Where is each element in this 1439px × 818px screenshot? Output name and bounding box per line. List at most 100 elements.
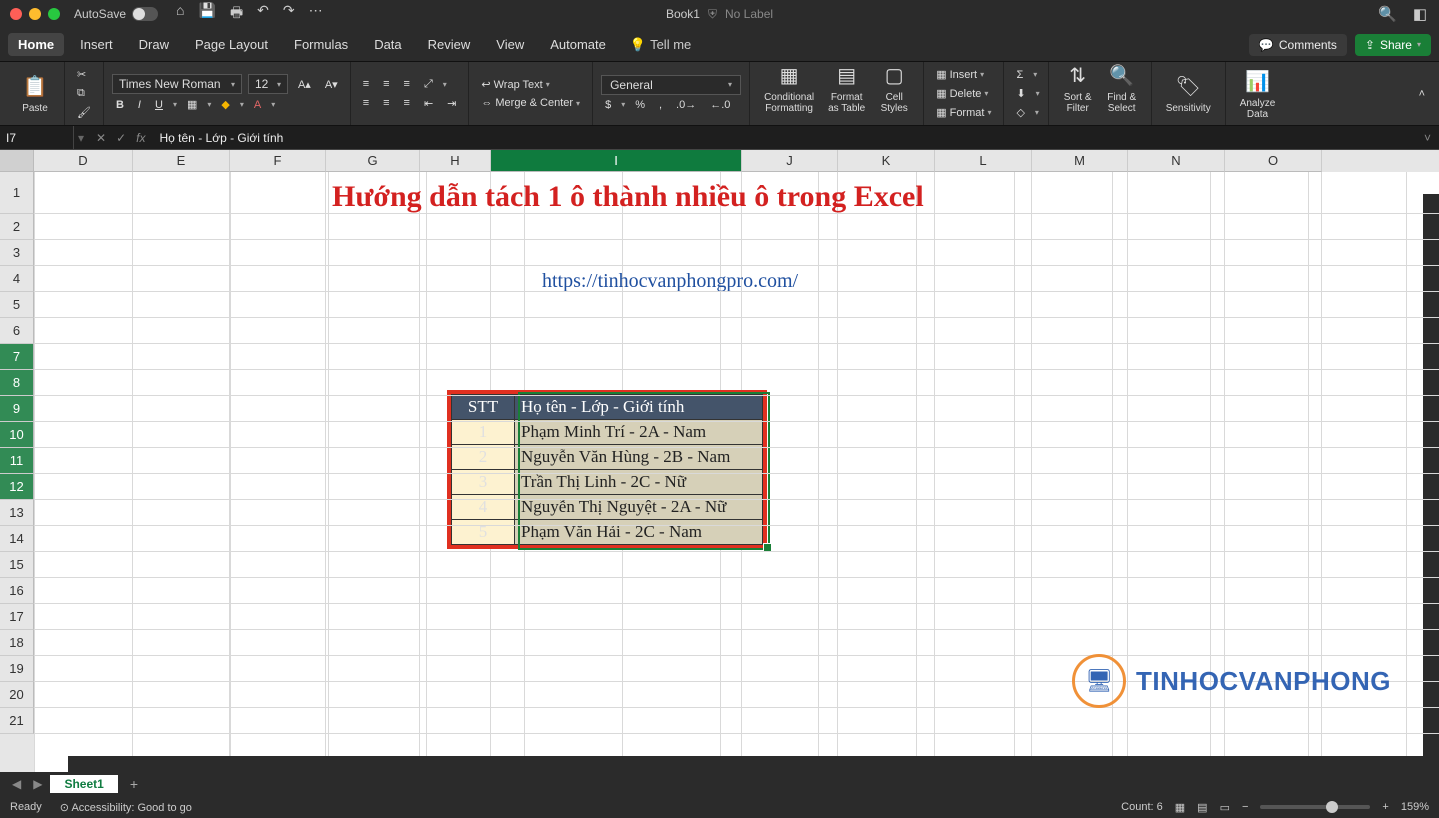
- autosum-icon[interactable]: Σ: [1012, 67, 1027, 83]
- number-format-select[interactable]: General▾: [601, 75, 741, 95]
- row-header-8[interactable]: 8: [0, 370, 34, 396]
- row-header-19[interactable]: 19: [0, 656, 34, 682]
- sheet-tab-active[interactable]: Sheet1: [50, 775, 117, 793]
- home-icon[interactable]: ⌂: [176, 2, 184, 26]
- italic-button[interactable]: I: [134, 97, 145, 113]
- font-color-icon[interactable]: A: [250, 97, 265, 113]
- col-header-D[interactable]: D: [34, 150, 133, 172]
- font-size-select[interactable]: 12▾: [248, 74, 288, 94]
- indent-decrease-icon[interactable]: ⇤: [420, 95, 437, 112]
- row-header-3[interactable]: 3: [0, 240, 34, 266]
- decrease-font-icon[interactable]: A▾: [321, 76, 342, 93]
- search-icon[interactable]: 🔍: [1378, 5, 1397, 23]
- cell-data[interactable]: Phạm Văn Hải - 2C - Nam: [515, 520, 763, 545]
- merge-center-button[interactable]: ⇔ Merge & Center▾: [477, 95, 584, 111]
- zoom-level[interactable]: 159%: [1401, 801, 1429, 813]
- row-header-14[interactable]: 14: [0, 526, 34, 552]
- comments-button[interactable]: 💬 Comments: [1249, 34, 1347, 56]
- redo-icon[interactable]: ↷: [283, 2, 295, 26]
- indent-increase-icon[interactable]: ⇥: [443, 95, 460, 112]
- print-icon[interactable]: 🖶: [230, 2, 243, 26]
- row-header-20[interactable]: 20: [0, 682, 34, 708]
- wrap-text-button[interactable]: ↩ Wrap Text▾: [477, 76, 584, 93]
- cancel-formula-icon[interactable]: ✕: [96, 131, 106, 145]
- orientation-icon[interactable]: ⤢: [420, 76, 437, 93]
- close-window-button[interactable]: [10, 8, 22, 20]
- format-as-table-button[interactable]: ▤ Format as Table: [822, 62, 871, 125]
- select-all-corner[interactable]: [0, 150, 34, 172]
- align-top-icon[interactable]: ≡: [359, 76, 373, 92]
- fill-color-icon[interactable]: ◆: [217, 96, 233, 113]
- align-center-icon[interactable]: ≡: [379, 95, 393, 111]
- borders-icon[interactable]: ▦: [183, 96, 201, 113]
- cell-data[interactable]: Nguyễn Văn Hùng - 2B - Nam: [515, 445, 763, 470]
- col-header-L[interactable]: L: [935, 150, 1032, 172]
- col-header-N[interactable]: N: [1128, 150, 1225, 172]
- tab-home[interactable]: Home: [8, 33, 64, 56]
- ribbon-options-icon[interactable]: ◧: [1413, 5, 1427, 23]
- view-normal-icon[interactable]: ▦: [1175, 801, 1185, 814]
- col-header-M[interactable]: M: [1032, 150, 1128, 172]
- row-header-15[interactable]: 15: [0, 552, 34, 578]
- zoom-out-button[interactable]: −: [1242, 801, 1248, 813]
- add-sheet-button[interactable]: +: [122, 776, 146, 792]
- row-header-17[interactable]: 17: [0, 604, 34, 630]
- row-header-21[interactable]: 21: [0, 708, 34, 734]
- decrease-decimal-icon[interactable]: ←.0: [706, 97, 734, 113]
- cell-stt[interactable]: 5: [452, 520, 515, 545]
- cell-data[interactable]: Phạm Minh Trí - 2A - Nam: [515, 420, 763, 445]
- percent-icon[interactable]: %: [631, 97, 649, 113]
- cell-stt[interactable]: 1: [452, 420, 515, 445]
- view-page-break-icon[interactable]: ▭: [1220, 801, 1230, 814]
- tab-insert[interactable]: Insert: [70, 33, 123, 56]
- autosave-switch[interactable]: [132, 7, 158, 21]
- align-middle-icon[interactable]: ≡: [379, 76, 393, 92]
- font-name-select[interactable]: Times New Roman▾: [112, 74, 242, 94]
- conditional-formatting-button[interactable]: ▦ Conditional Formatting: [758, 62, 820, 125]
- tab-page-layout[interactable]: Page Layout: [185, 33, 278, 56]
- col-header-O[interactable]: O: [1225, 150, 1322, 172]
- fill-icon[interactable]: ⬇: [1012, 85, 1029, 102]
- more-icon[interactable]: ⋯: [309, 2, 323, 26]
- align-bottom-icon[interactable]: ≡: [400, 76, 414, 92]
- row-header-7[interactable]: 7: [0, 344, 34, 370]
- row-header-12[interactable]: 12: [0, 474, 34, 500]
- sheet-nav-prev-icon[interactable]: ◀: [8, 777, 25, 791]
- tab-formulas[interactable]: Formulas: [284, 33, 358, 56]
- clear-icon[interactable]: ◇: [1012, 104, 1028, 121]
- row-header-11[interactable]: 11: [0, 448, 34, 474]
- tab-view[interactable]: View: [486, 33, 534, 56]
- autosave-toggle[interactable]: AutoSave: [74, 7, 158, 21]
- save-icon[interactable]: 💾: [199, 2, 216, 26]
- paste-button[interactable]: 📋 Paste: [14, 73, 56, 114]
- underline-button[interactable]: U: [151, 97, 167, 113]
- row-header-2[interactable]: 2: [0, 214, 34, 240]
- maximize-window-button[interactable]: [48, 8, 60, 20]
- cell-stt[interactable]: 2: [452, 445, 515, 470]
- cell-styles-button[interactable]: ▢ Cell Styles: [873, 62, 915, 125]
- col-header-E[interactable]: E: [133, 150, 230, 172]
- row-header-1[interactable]: 1: [0, 172, 34, 214]
- col-header-I[interactable]: I: [491, 150, 742, 172]
- row-header-6[interactable]: 6: [0, 318, 34, 344]
- collapse-ribbon-icon[interactable]: ˄: [1411, 88, 1433, 100]
- grid-area[interactable]: Hướng dẫn tách 1 ô thành nhiều ô trong E…: [34, 172, 1439, 772]
- tab-review[interactable]: Review: [418, 33, 481, 56]
- row-header-5[interactable]: 5: [0, 292, 34, 318]
- vertical-scrollbar[interactable]: [1423, 194, 1439, 756]
- col-header-K[interactable]: K: [838, 150, 935, 172]
- cut-icon[interactable]: ✂: [73, 66, 95, 83]
- view-page-layout-icon[interactable]: ▤: [1197, 801, 1207, 814]
- sensitivity-button[interactable]: 🏷 Sensitivity: [1160, 73, 1217, 114]
- sort-filter-button[interactable]: ⇅ Sort & Filter: [1057, 62, 1099, 125]
- align-left-icon[interactable]: ≡: [359, 95, 373, 111]
- delete-cells-button[interactable]: ▦ Delete ▾: [932, 85, 995, 102]
- tab-automate[interactable]: Automate: [540, 33, 616, 56]
- tab-draw[interactable]: Draw: [129, 33, 179, 56]
- find-select-button[interactable]: 🔍 Find & Select: [1101, 62, 1143, 125]
- row-header-16[interactable]: 16: [0, 578, 34, 604]
- format-painter-icon[interactable]: 🖌: [73, 104, 95, 121]
- zoom-in-button[interactable]: +: [1382, 801, 1388, 813]
- row-header-13[interactable]: 13: [0, 500, 34, 526]
- increase-font-icon[interactable]: A▴: [294, 76, 315, 93]
